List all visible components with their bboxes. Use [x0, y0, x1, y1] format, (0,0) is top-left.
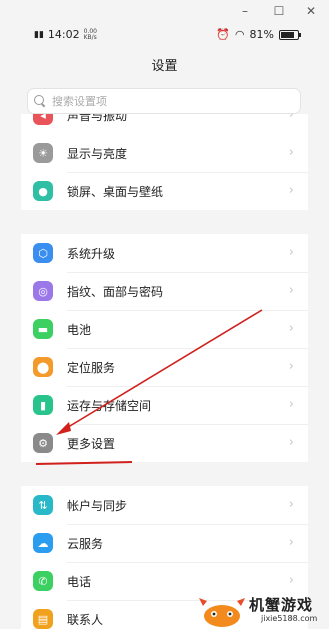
watermark-logo: 机蟹游戏 jixie5188.com — [197, 592, 329, 629]
storage-icon: ▮ — [33, 395, 53, 415]
settings-item-battery[interactable]: ▬ 电池 › — [21, 310, 308, 348]
cloud-icon: ☁ — [33, 533, 53, 553]
settings-item-label: 锁屏、桌面与壁纸 — [67, 184, 164, 199]
location-icon: ⬤ — [33, 357, 53, 377]
group-divider — [21, 462, 308, 486]
group-divider — [21, 210, 308, 234]
settings-item-location[interactable]: ⬤ 定位服务 › — [21, 348, 308, 386]
alarm-icon: ⏰ — [216, 28, 230, 41]
system-update-icon: ⬡ — [33, 243, 53, 263]
settings-item-storage[interactable]: ▮ 运存与存储空间 › — [21, 386, 308, 424]
chevron-right-icon: › — [288, 283, 294, 298]
chevron-right-icon: › — [288, 573, 294, 588]
settings-item-label: 电话 — [67, 574, 92, 589]
chevron-right-icon: › — [288, 359, 294, 374]
watermark-brand: 机蟹游戏 — [249, 596, 314, 614]
chevron-right-icon: › — [288, 321, 294, 336]
settings-item-label: 系统升级 — [67, 246, 116, 261]
palette-icon: ● — [33, 181, 53, 201]
maximize-button[interactable]: ☐ — [268, 2, 290, 20]
settings-item-label: 云服务 — [67, 536, 104, 551]
contacts-icon: ▤ — [33, 609, 53, 629]
settings-list: ◂ 声音与振动 › ☀ 显示与亮度 › ● 锁屏、桌面与壁纸 › ⬡ 系统升级 … — [21, 114, 308, 629]
settings-item-display[interactable]: ☀ 显示与亮度 › — [21, 134, 308, 172]
settings-item-label: 声音与振动 — [67, 114, 128, 123]
battery-status-icon — [279, 29, 301, 40]
settings-item-label: 帐户与同步 — [67, 498, 128, 513]
settings-item-cloud[interactable]: ☁ 云服务 › — [21, 524, 308, 562]
chevron-right-icon: › — [288, 183, 294, 198]
settings-item-system-update[interactable]: ⬡ 系统升级 › — [21, 234, 308, 272]
chevron-right-icon: › — [288, 535, 294, 550]
search-icon — [34, 95, 46, 107]
settings-group-display: ◂ 声音与振动 › ☀ 显示与亮度 › ● 锁屏、桌面与壁纸 › — [21, 114, 308, 210]
search-input[interactable] — [52, 94, 282, 108]
crab-logo-icon — [199, 598, 245, 627]
watermark-site: jixie5188.com — [261, 614, 318, 623]
status-time: 14:02 — [47, 28, 80, 41]
settings-item-lockscreen[interactable]: ● 锁屏、桌面与壁纸 › — [21, 172, 308, 210]
settings-item-sound[interactable]: ◂ 声音与振动 › — [21, 114, 308, 134]
phone-icon: ✆ — [33, 571, 53, 591]
chevron-right-icon: › — [288, 397, 294, 412]
settings-item-label: 联系人 — [67, 612, 104, 627]
settings-item-label: 运存与存储空间 — [67, 398, 152, 413]
search-box[interactable] — [27, 88, 301, 114]
minimize-button[interactable]: – — [234, 2, 256, 20]
partial-row-wrapper: ◂ 声音与振动 › — [21, 114, 308, 134]
window-controls: – ☐ ✕ — [0, 0, 329, 22]
chevron-right-icon: › — [288, 435, 294, 450]
brightness-icon: ☀ — [33, 143, 53, 163]
more-settings-icon: ⚙ — [33, 433, 53, 453]
settings-item-label: 定位服务 — [67, 360, 116, 375]
settings-item-account-sync[interactable]: ⇅ 帐户与同步 › — [21, 486, 308, 524]
status-bar: ▮▮ 14:02 0.00 KB/s ⏰ ◠ 81% — [0, 22, 329, 48]
settings-item-fingerprint[interactable]: ◎ 指纹、面部与密码 › — [21, 272, 308, 310]
settings-item-label: 电池 — [67, 322, 92, 337]
settings-item-label: 更多设置 — [67, 436, 116, 451]
speaker-icon: ◂ — [33, 114, 53, 125]
page-title: 设置 — [151, 59, 178, 74]
battery-icon: ▬ — [33, 319, 53, 339]
chevron-right-icon: › — [288, 245, 294, 260]
chevron-right-icon: › — [288, 145, 294, 160]
chevron-right-icon: › — [288, 114, 294, 122]
signal-icon: ▮▮ — [34, 29, 44, 40]
settings-item-label: 指纹、面部与密码 — [67, 284, 164, 299]
close-button[interactable]: ✕ — [300, 2, 322, 20]
network-speed: 0.00 KB/s — [83, 27, 97, 41]
account-sync-icon: ⇅ — [33, 495, 53, 515]
chevron-right-icon: › — [288, 497, 294, 512]
battery-percent: 81% — [249, 28, 274, 41]
settings-item-label: 显示与亮度 — [67, 146, 128, 161]
settings-group-system: ⬡ 系统升级 › ◎ 指纹、面部与密码 › ▬ 电池 › ⬤ 定位服务 › ▮ … — [21, 234, 308, 462]
wifi-icon: ◠ — [234, 28, 245, 41]
fingerprint-icon: ◎ — [33, 281, 53, 301]
settings-item-more-settings[interactable]: ⚙ 更多设置 › — [21, 424, 308, 462]
